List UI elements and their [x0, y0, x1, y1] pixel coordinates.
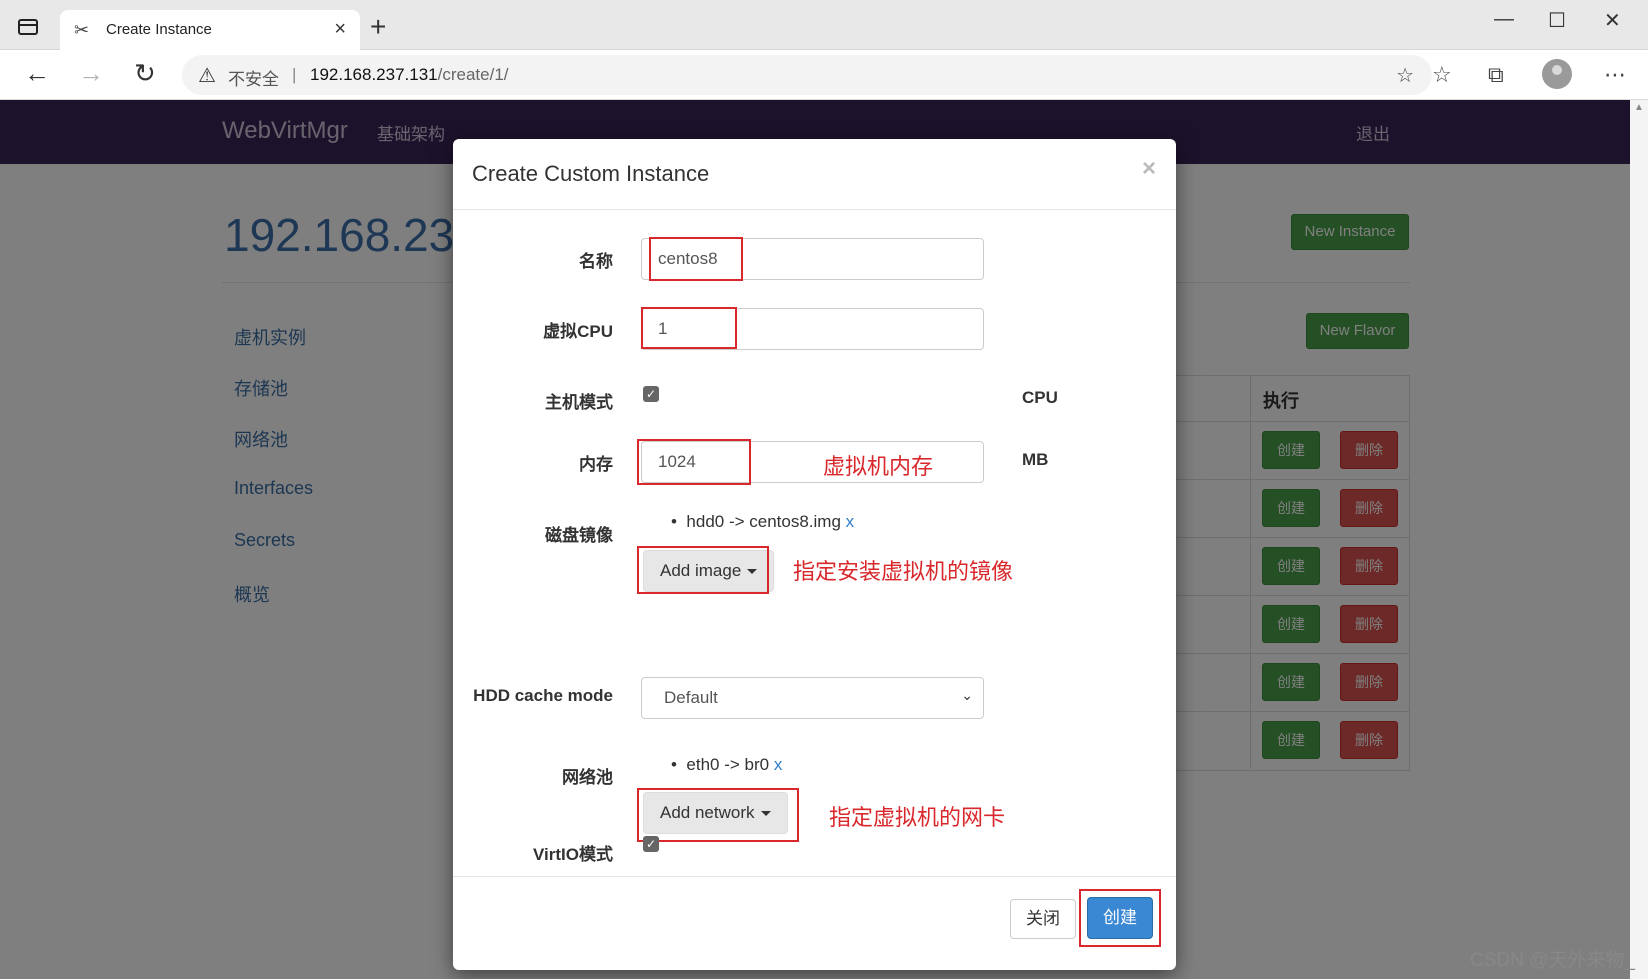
- chevron-down-icon: ⌄: [961, 687, 973, 703]
- create-instance-modal: Create Custom Instance × 名称 centos8 虚拟CP…: [453, 139, 1176, 970]
- url-host: 192.168.237.131: [310, 65, 438, 84]
- watermark: CSDN @天外来物_: [1470, 950, 1635, 971]
- cache-mode-label: HDD cache mode: [473, 686, 613, 705]
- virtio-label: VirtIO模式: [533, 845, 613, 864]
- modal-footer-divider: [453, 876, 1176, 877]
- browser-tab[interactable]: ✂ Create Instance ×: [60, 10, 360, 50]
- vcpu-label: 虚拟CPU: [543, 322, 613, 341]
- tab-actions-icon[interactable]: [18, 19, 38, 35]
- modal-close-icon[interactable]: ×: [1142, 155, 1156, 183]
- close-button[interactable]: 关闭: [1010, 899, 1076, 939]
- annotation-box-create: [1079, 889, 1161, 947]
- disk-image-label: 磁盘镜像: [545, 526, 613, 545]
- memory-label: 内存: [579, 455, 613, 474]
- modal-header-divider: [453, 209, 1176, 210]
- favicon-icon: ✂: [74, 20, 90, 40]
- annotation-box-vcpu: [641, 307, 737, 349]
- cpu-unit-label: CPU: [1022, 388, 1058, 407]
- warning-icon: ⚠: [198, 65, 216, 87]
- annotation-box-network: [637, 788, 799, 842]
- host-mode-checkbox[interactable]: ✓: [643, 386, 659, 402]
- url-path: /create/1/: [437, 65, 509, 84]
- add-favorite-icon[interactable]: ☆: [1396, 63, 1414, 88]
- disk-item: • hdd0 -> centos8.img x: [671, 512, 855, 531]
- maximize-icon[interactable]: ☐: [1548, 8, 1566, 33]
- annotation-box-name: [649, 237, 743, 281]
- minimize-icon[interactable]: —: [1494, 8, 1514, 31]
- forward-icon[interactable]: →: [78, 58, 104, 88]
- page-scrollbar[interactable]: [1630, 100, 1648, 979]
- address-bar[interactable]: ⚠ 不安全 | 192.168.237.131/create/1/ ☆: [182, 55, 1432, 95]
- annotation-network: 指定虚拟机的网卡: [829, 805, 1006, 830]
- tab-title: Create Instance: [106, 21, 212, 38]
- disk-remove-link[interactable]: x: [846, 512, 855, 531]
- modal-title: Create Custom Instance: [472, 161, 710, 186]
- favorites-icon[interactable]: ☆: [1432, 62, 1452, 88]
- name-label: 名称: [579, 252, 613, 271]
- host-mode-label: 主机模式: [545, 393, 613, 412]
- collections-icon[interactable]: ⧉: [1488, 62, 1504, 88]
- insecure-label: 不安全: [228, 70, 279, 89]
- window-close-icon[interactable]: ✕: [1604, 8, 1621, 33]
- url-text: 192.168.237.131/create/1/: [310, 65, 509, 85]
- memory-unit-label: MB: [1022, 450, 1049, 469]
- annotation-image: 指定安装虚拟机的镜像: [793, 559, 1014, 584]
- network-label: 网络池: [562, 768, 613, 787]
- back-icon[interactable]: ←: [24, 58, 50, 88]
- disk-item-text: hdd0 -> centos8.img: [686, 512, 841, 531]
- annotation-memory: 虚拟机内存: [823, 454, 934, 479]
- browser-toolbar: ← → ↻ ⚠ 不安全 | 192.168.237.131/create/1/ …: [0, 50, 1648, 100]
- tab-close-icon[interactable]: ×: [334, 18, 346, 41]
- cache-mode-select[interactable]: Default ⌄: [641, 677, 984, 719]
- page-content: WebVirtMgr 基础架构 退出 192.168.23 New Instan…: [0, 100, 1630, 979]
- browser-titlebar: ✂ Create Instance × + — ☐ ✕: [0, 0, 1648, 50]
- scroll-up-icon[interactable]: ▲: [1634, 102, 1644, 113]
- new-tab-button[interactable]: +: [370, 13, 386, 41]
- address-separator: |: [292, 65, 297, 84]
- more-menu-icon[interactable]: ⋯: [1604, 62, 1626, 88]
- network-remove-link[interactable]: x: [774, 755, 783, 774]
- annotation-box-image: [637, 546, 769, 594]
- network-item-text: eth0 -> br0: [686, 755, 770, 774]
- virtio-checkbox[interactable]: ✓: [643, 836, 659, 852]
- profile-avatar[interactable]: [1542, 59, 1572, 89]
- annotation-box-memory: [637, 439, 751, 485]
- network-item: • eth0 -> br0 x: [671, 755, 783, 774]
- reload-icon[interactable]: ↻: [134, 58, 156, 88]
- cache-mode-value: Default: [664, 688, 718, 707]
